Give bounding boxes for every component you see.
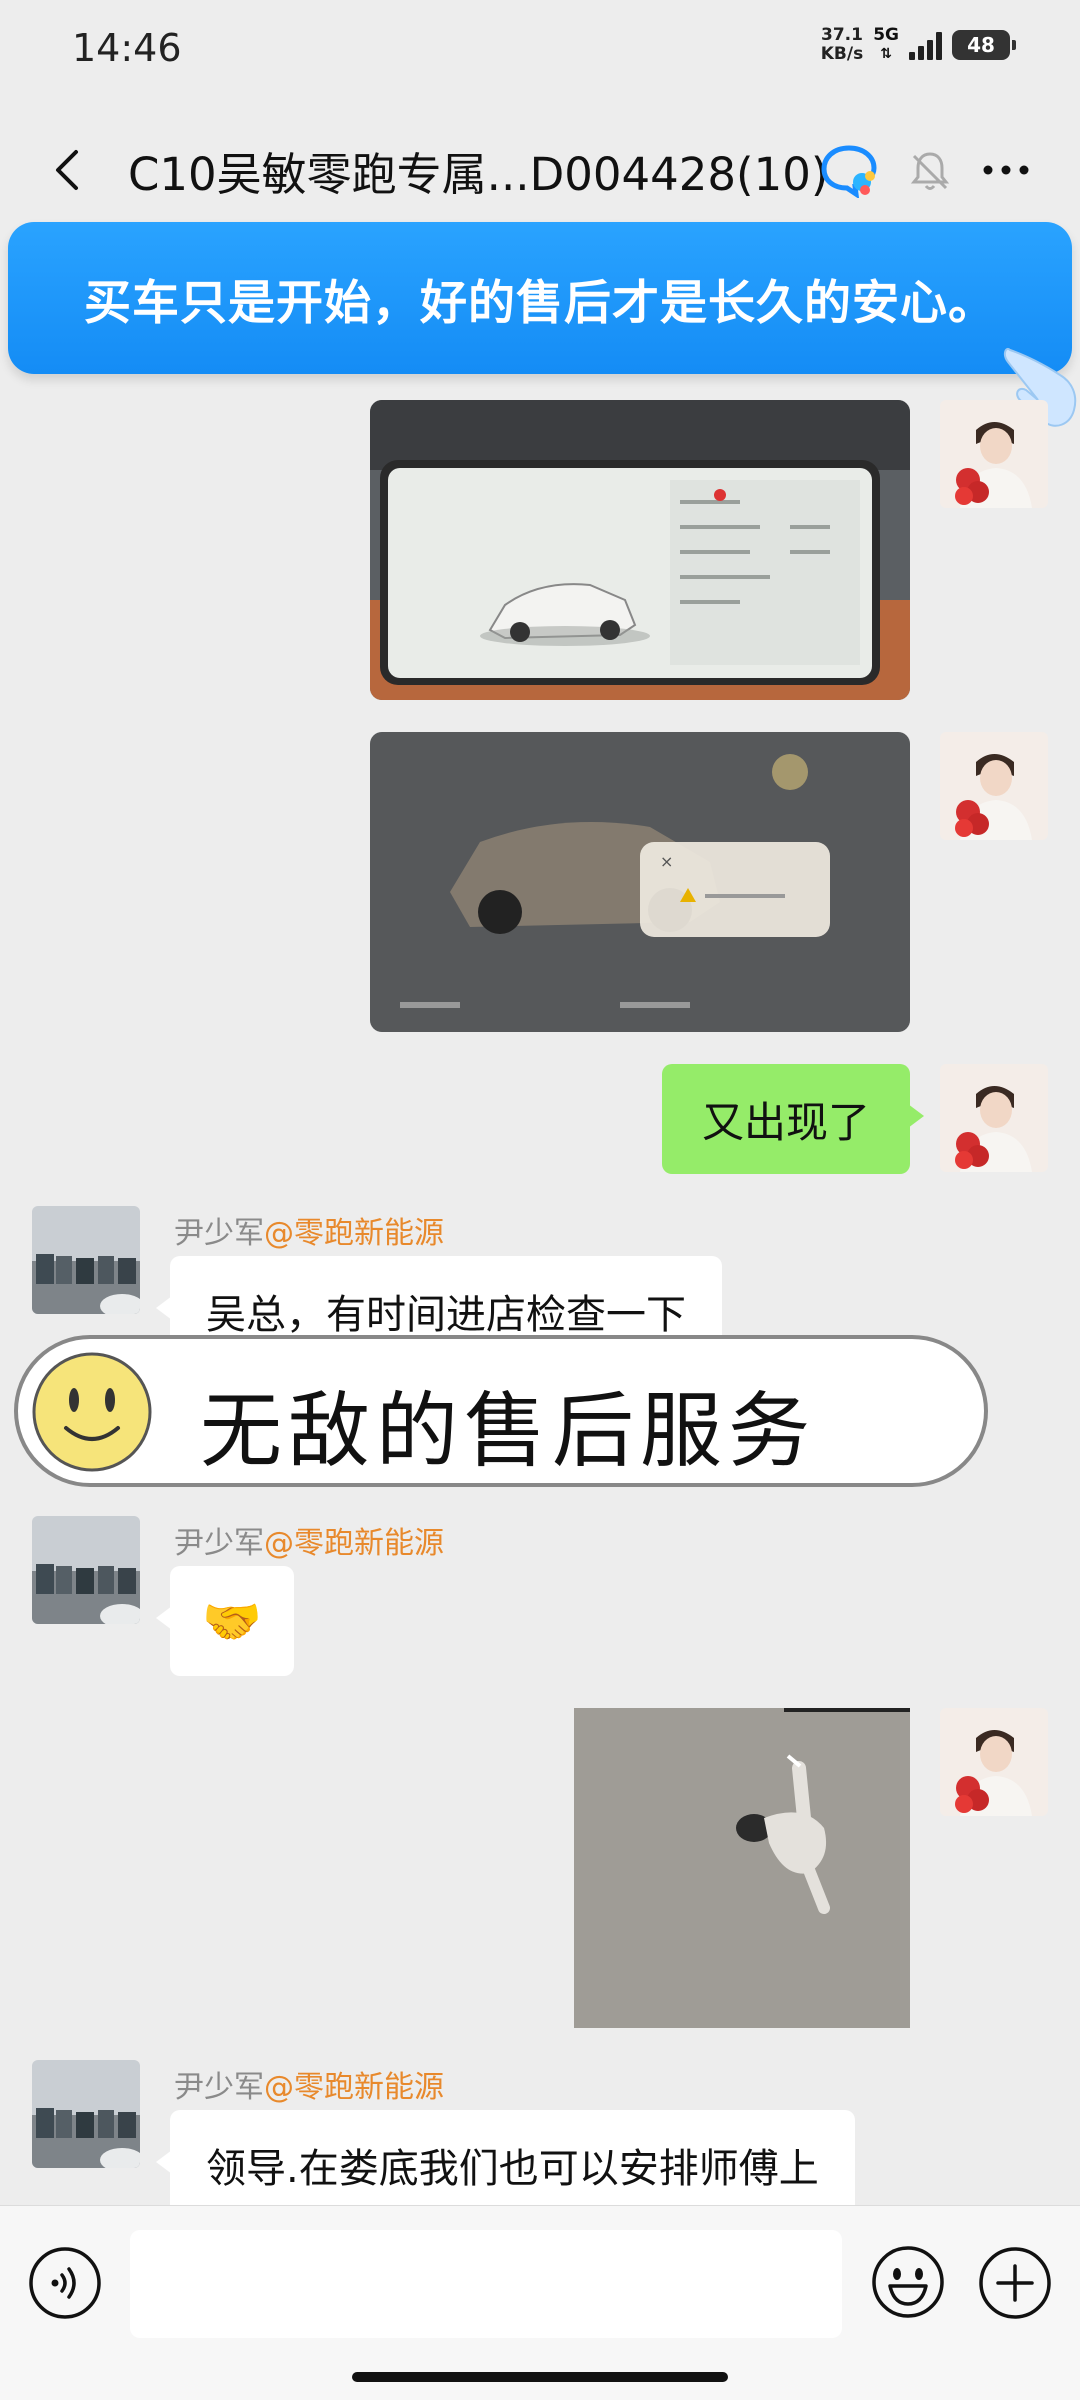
person-lying-on-ground-photo [574,1708,910,2028]
image-message-dashboard[interactable] [370,400,910,700]
home-indicator[interactable] [352,2372,728,2382]
signal-icon [909,30,942,60]
emoji-icon[interactable] [870,2244,946,2320]
network-speed: 37.1 KB/s [820,25,864,64]
avatar-illustration [940,1064,1048,1172]
status-indicators: 37.1 KB/s 5G ⇅ 48 [820,25,1016,64]
avatar-parking-lot-photo [32,2060,140,2168]
avatar-parking-lot-photo [32,1206,140,1314]
chat-header: C10吴敏零跑专属...D004428(10) [0,120,1080,220]
my-avatar[interactable] [940,1064,1048,1172]
avatar-illustration [940,1708,1048,1816]
sender-name: 尹少军@零跑新能源 [174,1216,444,1251]
battery-icon: 48 [952,30,1016,60]
qq-team-icon[interactable] [818,142,880,198]
my-avatar[interactable] [940,400,1048,508]
sender-avatar[interactable] [32,1516,140,1624]
my-text-message[interactable]: 又出现了 [662,1064,924,1174]
avatar-illustration [940,400,1048,508]
sender-name: 尹少军@零跑新能源 [174,2070,444,2105]
pinned-announcement-banner[interactable]: 买车只是开始，好的售后才是长久的安心。 [8,222,1072,374]
mute-bell-icon[interactable] [905,146,955,196]
avatar-illustration [940,732,1048,840]
more-icon[interactable] [976,140,1036,200]
data-arrows-icon: ⇅ [880,46,892,62]
received-text-message[interactable]: 领导.在娄底我们也可以安排师傅上 [156,2110,855,2220]
add-more-icon[interactable] [978,2246,1052,2320]
received-emoji-message[interactable]: 🤝 [156,1566,294,1676]
battery-level: 48 [967,33,995,57]
svg-text:×: × [660,852,673,871]
network-type: 5G ⇅ [873,25,899,63]
message-input[interactable] [130,2230,842,2338]
image-message-warning[interactable]: × [370,732,910,1032]
caption-overlay-text: 无敌的售后服务 [200,1384,817,1479]
car-warning-photo: × [370,732,910,1032]
smiley-face-icon [32,1352,152,1472]
handshake-emoji: 🤝 [202,1593,262,1650]
my-avatar[interactable] [940,732,1048,840]
sender-name: 尹少军@零跑新能源 [174,1526,444,1561]
image-message-meme[interactable] [574,1708,910,2028]
back-icon[interactable] [40,140,100,200]
sender-avatar[interactable] [32,1206,140,1314]
status-time: 14:46 [72,26,182,70]
my-avatar[interactable] [940,1708,1048,1816]
voice-input-icon[interactable] [28,2246,102,2320]
avatar-parking-lot-photo [32,1516,140,1624]
status-bar: 14:46 37.1 KB/s 5G ⇅ 48 [0,0,1080,100]
car-dashboard-photo [370,400,910,700]
sender-avatar[interactable] [32,2060,140,2168]
chat-title[interactable]: C10吴敏零跑专属...D004428(10) [128,138,828,203]
